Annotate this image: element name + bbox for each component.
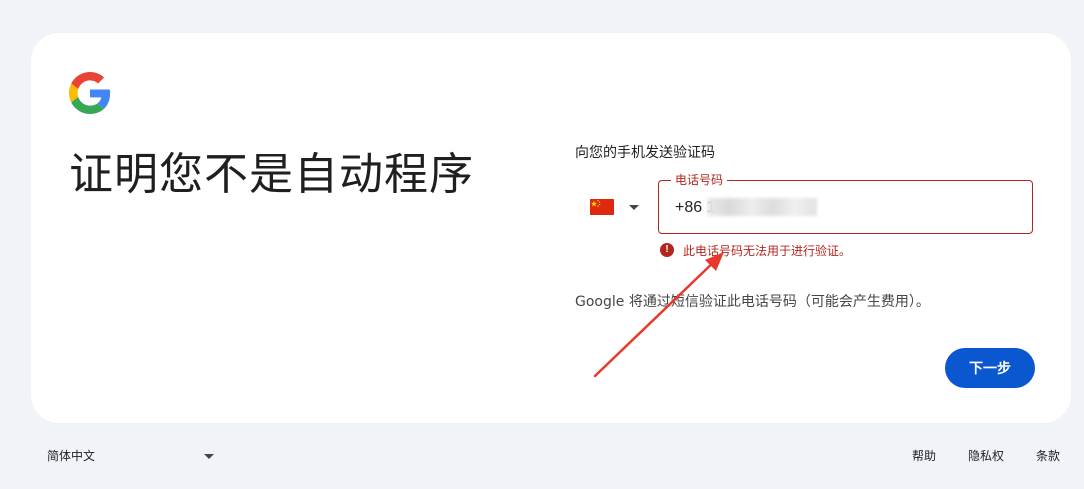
error-icon: ! — [660, 243, 674, 257]
phone-error: ! 此电话号码无法用于进行验证。 — [660, 242, 851, 258]
terms-link[interactable]: 条款 — [1028, 440, 1068, 471]
language-label: 简体中文 — [47, 449, 96, 463]
page-title: 证明您不是自动程序 — [69, 149, 474, 200]
error-message: 此电话号码无法用于进行验证。 — [683, 243, 852, 258]
help-link[interactable]: 帮助 — [904, 440, 944, 471]
language-select[interactable]: 简体中文 — [40, 440, 220, 470]
redacted-number-blur — [707, 198, 817, 216]
chevron-down-icon — [629, 205, 639, 210]
sms-charges-note: Google 将通过短信验证此电话号码（可能会产生费用）。 — [575, 294, 930, 310]
country-code-select[interactable] — [582, 193, 648, 223]
footer-links: 帮助 隐私权 条款 — [888, 440, 1068, 471]
chevron-down-icon — [204, 454, 214, 459]
next-button[interactable]: 下一步 — [945, 348, 1035, 388]
china-flag-icon — [590, 199, 614, 215]
send-code-label: 向您的手机发送验证码 — [575, 145, 715, 161]
phone-number-field[interactable]: 电话号码 — [658, 173, 1033, 234]
phone-number-label: 电话号码 — [671, 173, 728, 187]
google-logo — [69, 72, 111, 114]
privacy-link[interactable]: 隐私权 — [960, 440, 1012, 471]
